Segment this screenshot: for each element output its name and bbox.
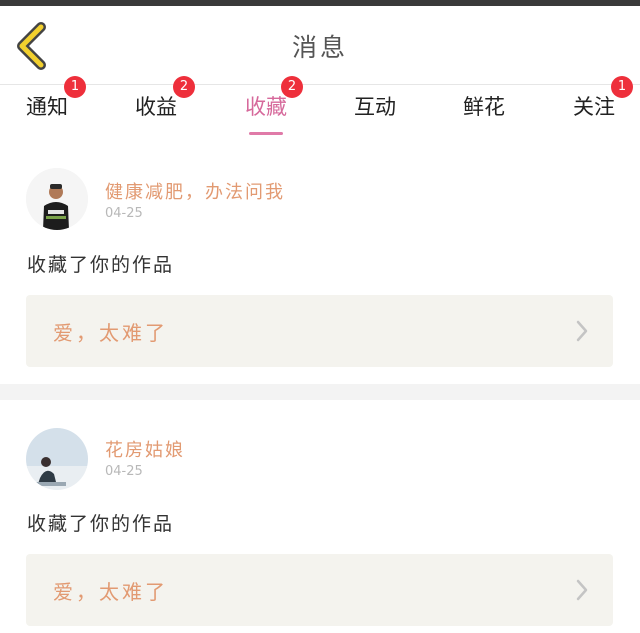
date-label: 04-25	[105, 464, 143, 479]
list-item: 花房姑娘 04-25 收藏了你的作品 爱，太难了	[0, 400, 640, 633]
unread-badge: 1	[64, 76, 86, 98]
tab-following[interactable]: 关注 1	[569, 76, 633, 135]
unread-badge: 2	[281, 76, 303, 98]
tab-label: 鲜花	[463, 95, 505, 119]
unread-badge: 2	[173, 76, 195, 98]
tab-bar: 通知 1 收益 2 收藏 2 互动 鲜花 关注 1	[0, 76, 640, 135]
chevron-right-icon	[576, 320, 588, 342]
divider	[0, 384, 640, 400]
chevron-right-icon	[576, 579, 588, 601]
activity-text: 收藏了你的作品	[27, 254, 175, 276]
work-link[interactable]: 爱，太难了	[26, 295, 613, 367]
user-name[interactable]: 健康减肥，办法问我	[105, 178, 285, 204]
tab-label: 互动	[354, 95, 396, 119]
date-label: 04-25	[105, 206, 143, 221]
tab-earnings[interactable]: 收益 2	[131, 76, 195, 135]
navigation-bar: 消息	[0, 6, 640, 85]
user-name[interactable]: 花房姑娘	[105, 436, 185, 462]
tab-flowers[interactable]: 鲜花	[459, 85, 509, 135]
work-title: 爱，太难了	[53, 321, 168, 345]
work-title: 爱，太难了	[53, 580, 168, 604]
avatar[interactable]	[26, 428, 88, 490]
unread-badge: 1	[611, 76, 633, 98]
tab-favorites[interactable]: 收藏 2	[241, 76, 303, 135]
user-photo-icon	[26, 428, 88, 490]
work-link[interactable]: 爱，太难了	[26, 554, 613, 626]
avatar[interactable]	[26, 168, 88, 230]
page-title: 消息	[291, 33, 348, 62]
active-tab-indicator	[249, 132, 283, 135]
tab-interactions[interactable]: 互动	[350, 85, 400, 135]
tab-notifications[interactable]: 通知 1	[22, 76, 86, 135]
list-item: 健康减肥，办法问我 04-25 收藏了你的作品 爱，太难了	[0, 150, 640, 382]
activity-text: 收藏了你的作品	[27, 513, 175, 535]
user-photo-icon	[26, 168, 88, 230]
